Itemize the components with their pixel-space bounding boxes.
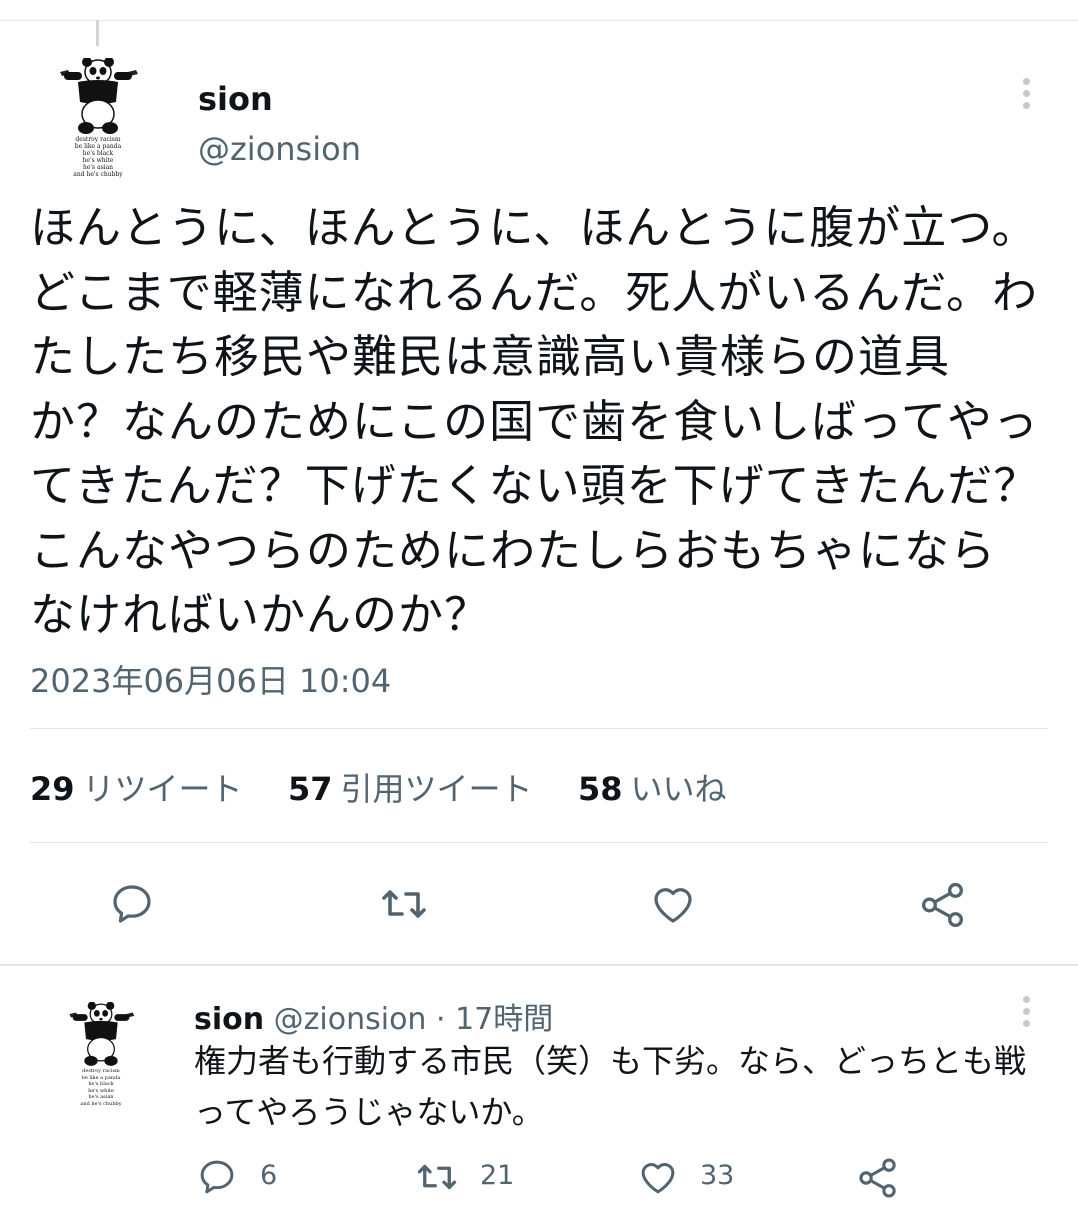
avatar[interactable]: destroy racism be like a panda he's blac… [56, 58, 140, 178]
reply-like-button[interactable] [636, 1156, 680, 1198]
retweet-icon [382, 890, 426, 918]
reply-author-handle[interactable]: @zionsion [274, 1002, 427, 1037]
share-button[interactable] [918, 880, 968, 930]
like-button[interactable] [648, 880, 698, 928]
reply-text: 権力者も行動する市民（笑）も下劣。なら、どっちとも戦ってやろうじゃないか。 [194, 1042, 1027, 1131]
retweet-button[interactable] [378, 880, 430, 928]
reply-avatar[interactable]: destroy racism be like a panda he's blac… [66, 1002, 150, 1122]
divider [30, 842, 1048, 843]
reply-count: 6 [260, 1160, 278, 1191]
avatar-caption: destroy racism be like a panda he's blac… [73, 136, 123, 178]
likes-stat[interactable]: 58 いいね [578, 764, 727, 810]
top-divider [0, 20, 1078, 21]
share-icon [921, 882, 963, 928]
like-icon [641, 1163, 675, 1194]
quotes-count: 57 [288, 770, 333, 808]
reply-icon [200, 1160, 234, 1194]
reply-button[interactable] [108, 880, 156, 928]
tweet-text: ほんとうに、ほんとうに、ほんとうに腹が立つ。どこまで軽薄になれるんだ。死人がいる… [30, 201, 1040, 641]
reply-header: sion @zionsion · 17時間 [194, 994, 553, 1038]
like-count: 33 [700, 1160, 735, 1191]
divider [30, 728, 1048, 729]
more-icon[interactable] [1023, 78, 1031, 114]
share-icon [859, 1158, 896, 1198]
avatar-caption: destroy racism be like a panda he's blac… [80, 1068, 122, 1107]
quotes-label: 引用ツイート [340, 770, 533, 808]
more-icon[interactable] [1023, 996, 1031, 1032]
quotes-stat[interactable]: 57 引用ツイート [288, 764, 533, 810]
panda-icon [69, 1002, 135, 1066]
tweet-timestamp[interactable]: 2023年06月06日 10:04 [30, 656, 391, 702]
reply-time[interactable]: · 17時間 [436, 1002, 553, 1037]
retweet-count: 21 [480, 1160, 515, 1191]
reply-icon [113, 885, 151, 923]
thread-connector [96, 20, 99, 46]
reply-retweet-button[interactable] [414, 1156, 460, 1198]
reply-share-button[interactable] [856, 1156, 900, 1200]
like-icon [654, 888, 692, 923]
retweets-stat[interactable]: 29 リツイート [30, 764, 243, 810]
panda-icon [60, 58, 138, 134]
likes-count: 58 [578, 770, 623, 808]
retweets-count: 29 [30, 770, 75, 808]
retweets-label: リツイート [82, 770, 243, 808]
author-handle[interactable]: @zionsion [198, 130, 361, 168]
reply-reply-button[interactable] [196, 1156, 238, 1198]
reply-author-name[interactable]: sion [194, 1002, 264, 1037]
likes-label: いいね [630, 770, 727, 808]
section-divider [0, 964, 1078, 966]
retweet-icon [417, 1164, 457, 1190]
author-name[interactable]: sion [198, 80, 273, 118]
